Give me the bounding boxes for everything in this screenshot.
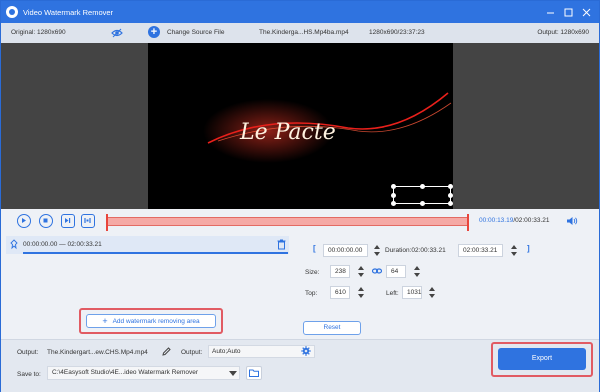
output-resolution: Output: 1280x690 bbox=[537, 29, 589, 36]
clip-icon bbox=[84, 218, 91, 223]
resize-handle[interactable] bbox=[420, 201, 425, 206]
resize-handle[interactable] bbox=[448, 184, 453, 189]
window-controls bbox=[541, 1, 595, 23]
window-title: Video Watermark Remover bbox=[23, 7, 114, 17]
gear-icon[interactable] bbox=[301, 346, 311, 356]
pencil-icon[interactable] bbox=[162, 347, 171, 356]
timeline-track[interactable] bbox=[106, 214, 469, 231]
total-time: /02:00:33.21 bbox=[513, 217, 550, 224]
width-stepper[interactable] bbox=[358, 265, 364, 278]
output-bar: Output: The.Kindergart...ew.CHS.Mp4.mp4 … bbox=[1, 339, 599, 392]
left-stepper[interactable] bbox=[429, 286, 435, 299]
left-label: Left: bbox=[386, 290, 399, 297]
output-file-name: The.Kindergart...ew.CHS.Mp4.mp4 bbox=[47, 349, 148, 356]
app-window: Video Watermark Remover Original: 1280x6… bbox=[0, 0, 600, 392]
reset-button[interactable]: Reset bbox=[303, 321, 361, 335]
start-time-stepper[interactable] bbox=[374, 244, 380, 257]
stop-button[interactable] bbox=[39, 214, 53, 228]
volume-icon[interactable] bbox=[566, 216, 578, 226]
next-frame-icon bbox=[65, 218, 71, 223]
end-time-stepper[interactable] bbox=[511, 244, 517, 257]
timeline-start-handle[interactable] bbox=[106, 214, 108, 231]
eye-icon[interactable] bbox=[111, 28, 123, 38]
resize-handle[interactable] bbox=[391, 193, 396, 198]
minimize-icon bbox=[546, 12, 554, 13]
timeline-end-handle[interactable] bbox=[467, 214, 469, 231]
play-button[interactable] bbox=[17, 214, 31, 228]
maximize-icon bbox=[564, 8, 572, 16]
output-format-field[interactable]: Auto;Auto bbox=[208, 345, 315, 358]
resize-handle[interactable] bbox=[420, 184, 425, 189]
time-readout: 00:00:13.19/02:00:33.21 bbox=[479, 217, 550, 224]
resize-handle[interactable] bbox=[448, 193, 453, 198]
end-time-field[interactable]: 02:00:33.21 bbox=[458, 244, 503, 257]
source-file-name: The.Kinderga...HS.Mp4ba.mp4 bbox=[259, 29, 349, 36]
preview-area: Le Pacte bbox=[1, 43, 599, 209]
top-label: Top: bbox=[305, 290, 318, 297]
svg-text:Le Pacte: Le Pacte bbox=[239, 120, 336, 145]
duration-label: Duration:02:00:33.21 bbox=[385, 247, 446, 254]
title-bar: Video Watermark Remover bbox=[1, 1, 599, 23]
resize-handle[interactable] bbox=[391, 184, 396, 189]
save-path-select[interactable]: C:\4Easysoft Studio\4E...ideo Watermark … bbox=[47, 366, 240, 380]
next-frame-button[interactable] bbox=[61, 214, 75, 228]
close-icon bbox=[582, 8, 590, 16]
playback-controls: 00:00:13.19/02:00:33.21 bbox=[1, 209, 599, 234]
area-time-range: 00:00:00.00 — 02:00:33.21 bbox=[23, 241, 102, 248]
link-icon[interactable] bbox=[372, 267, 382, 275]
export-button[interactable]: Export bbox=[498, 348, 586, 370]
change-source-label: Change Source File bbox=[167, 28, 225, 36]
area-range-item[interactable]: 00:00:00.00 — 02:00:33.21 bbox=[6, 236, 289, 254]
output-file-label: Output: bbox=[17, 349, 39, 356]
add-watermark-area-button[interactable]: + Add watermark removing area bbox=[86, 314, 216, 328]
top-field[interactable]: 610 bbox=[330, 286, 350, 299]
top-stepper[interactable] bbox=[358, 286, 364, 299]
minimize-button[interactable] bbox=[541, 3, 559, 21]
plus-circle-icon: + bbox=[148, 26, 160, 38]
plus-icon: + bbox=[102, 316, 108, 326]
watermark-selection-box[interactable] bbox=[391, 184, 453, 206]
range-underline bbox=[23, 252, 288, 254]
set-start-button[interactable]: [ bbox=[313, 244, 316, 253]
video-title-graphic: Le Pacte bbox=[203, 92, 452, 163]
change-source-button[interactable]: + Change Source File bbox=[148, 26, 224, 38]
pin-icon bbox=[10, 239, 18, 250]
original-resolution: Original: 1280x690 bbox=[11, 29, 66, 36]
left-field[interactable]: 1031 bbox=[402, 286, 422, 299]
set-end-button[interactable]: ] bbox=[527, 244, 530, 253]
stop-icon bbox=[43, 218, 48, 223]
resize-handle[interactable] bbox=[448, 201, 453, 206]
save-to-label: Save to: bbox=[17, 371, 41, 378]
width-field[interactable]: 238 bbox=[330, 265, 350, 278]
current-time: 00:00:13.19 bbox=[479, 217, 514, 224]
info-bar: Original: 1280x690 + Change Source File … bbox=[1, 23, 599, 43]
output-format-label: Output: bbox=[181, 349, 203, 356]
source-file-dims: 1280x690/23:37:23 bbox=[369, 29, 425, 36]
size-label: Size: bbox=[305, 269, 320, 276]
trash-icon[interactable] bbox=[277, 239, 286, 250]
close-button[interactable] bbox=[577, 3, 595, 21]
resize-handle[interactable] bbox=[391, 201, 396, 206]
add-area-label: Add watermark removing area bbox=[112, 317, 200, 325]
chevron-down-icon[interactable] bbox=[229, 371, 237, 376]
open-folder-button[interactable] bbox=[246, 366, 262, 380]
maximize-button[interactable] bbox=[559, 3, 577, 21]
area-params-panel: [ 00:00:00.00 Duration:02:00:33.21 02:00… bbox=[301, 236, 596, 336]
height-field[interactable]: 64 bbox=[386, 265, 406, 278]
start-time-field[interactable]: 00:00:00.00 bbox=[323, 244, 368, 257]
clip-button[interactable] bbox=[81, 214, 95, 228]
folder-icon bbox=[249, 369, 259, 377]
height-stepper[interactable] bbox=[414, 265, 420, 278]
video-frame[interactable]: Le Pacte bbox=[148, 43, 453, 209]
play-icon bbox=[22, 218, 26, 223]
app-logo-icon bbox=[6, 6, 18, 18]
area-list-panel: 00:00:00.00 — 02:00:33.21 + Add watermar… bbox=[6, 236, 289, 336]
